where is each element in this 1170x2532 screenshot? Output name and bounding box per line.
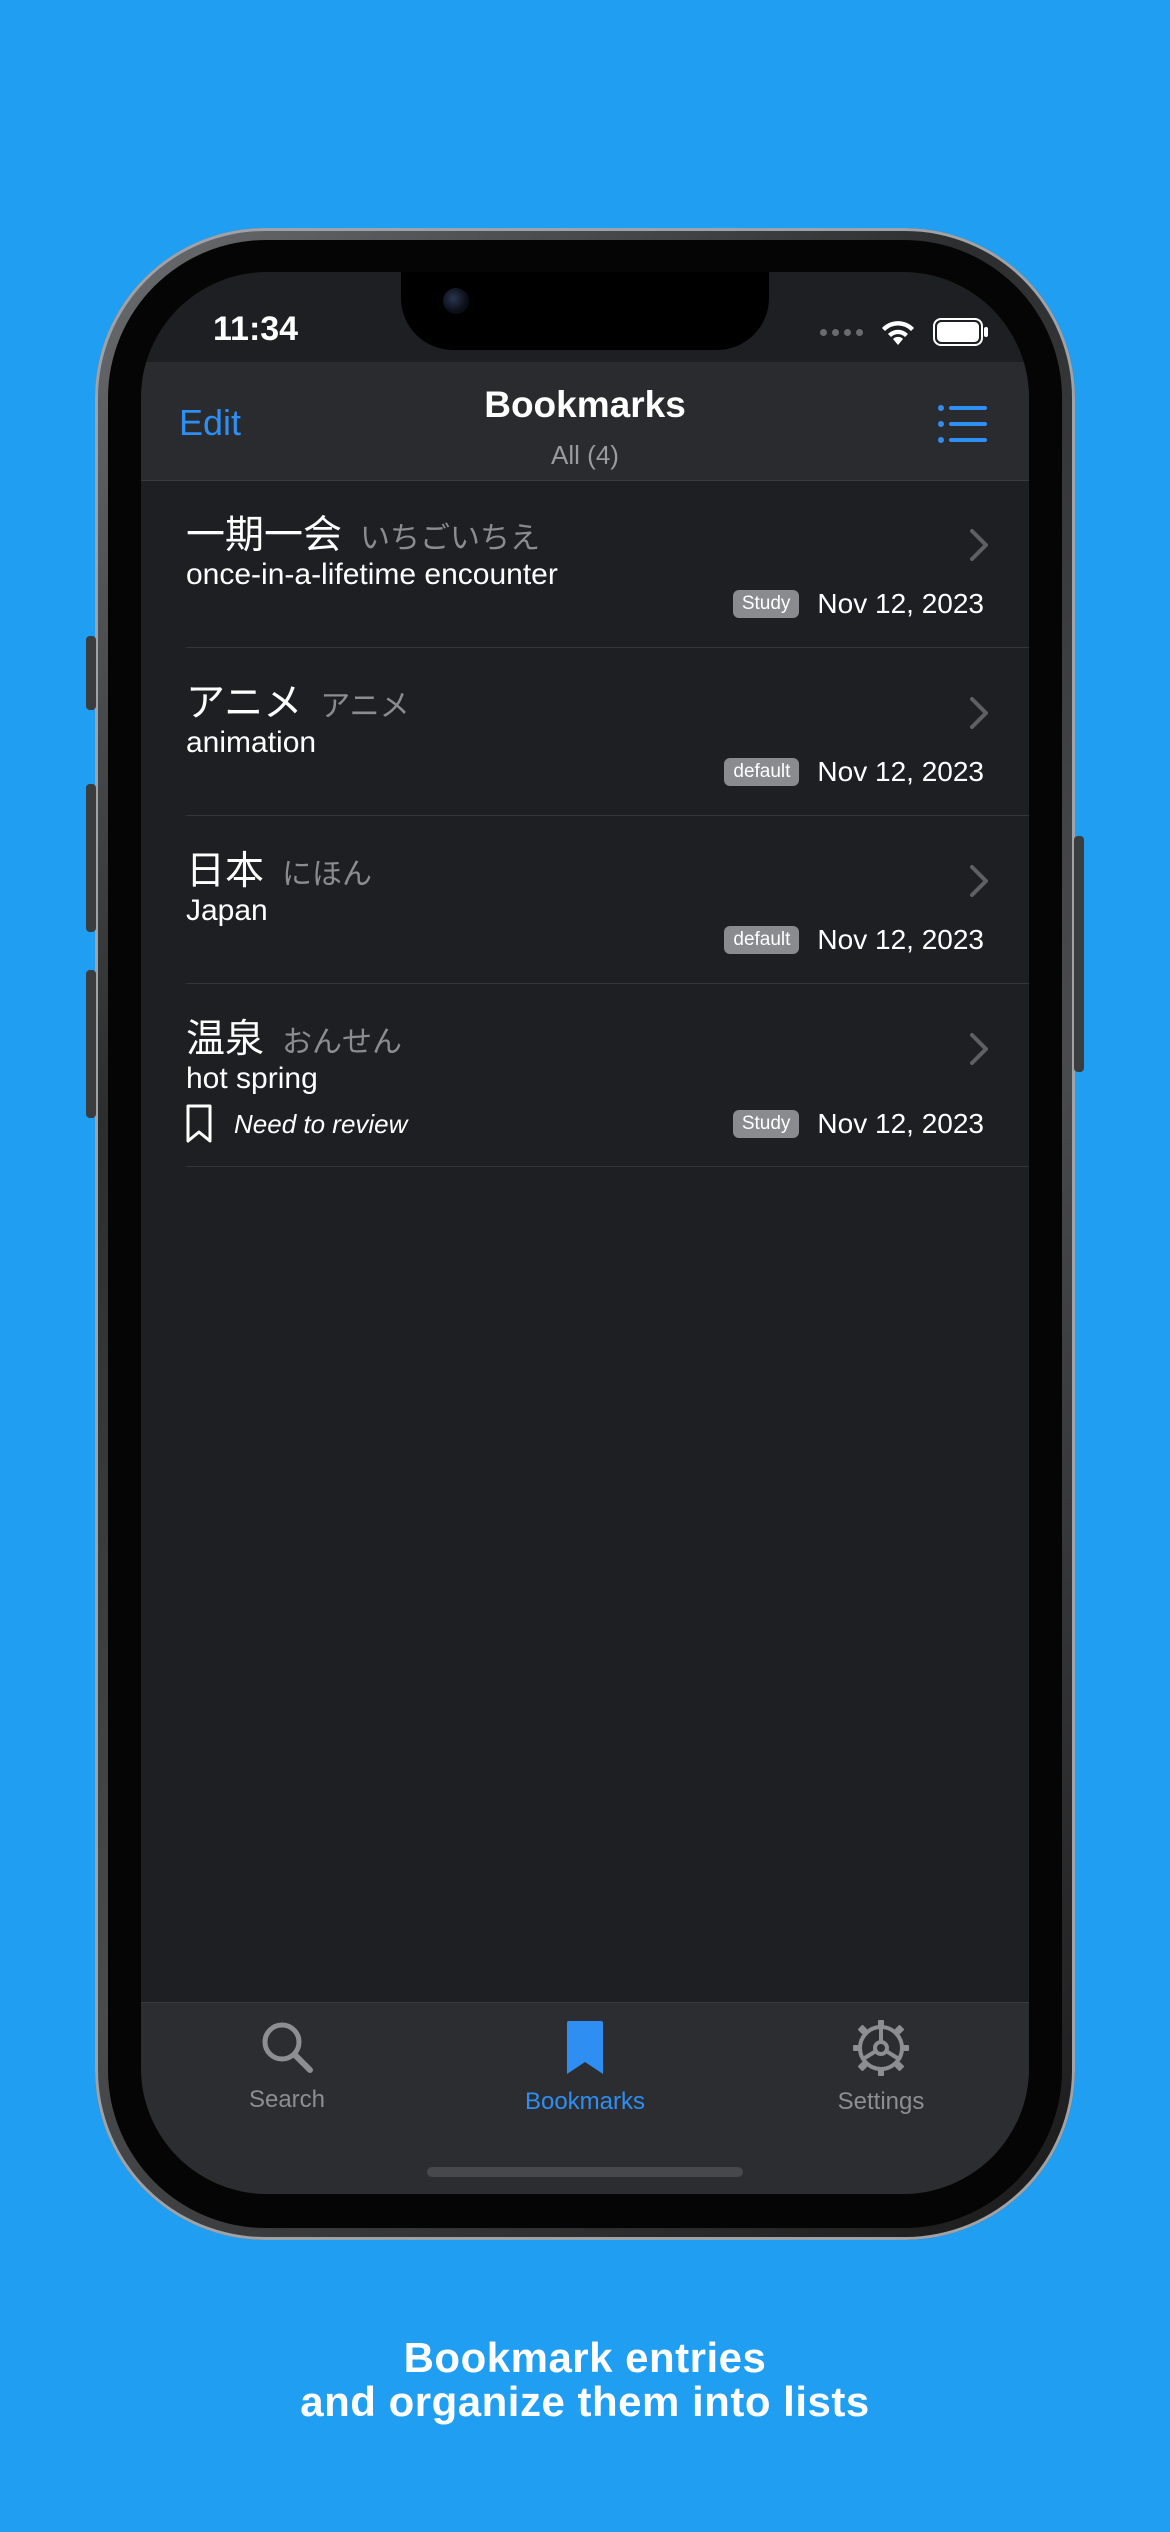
entry-word: アニメ アニメ [186, 672, 410, 728]
bookmark-icon [567, 2021, 603, 2074]
bookmark-row[interactable]: 温泉 おんせん hot spring Need to review Study N… [186, 984, 1029, 1167]
notch [401, 272, 769, 350]
list-filter-subtitle[interactable]: All (4) [141, 440, 1029, 471]
power-button [1074, 836, 1084, 1072]
volume-up-button [86, 784, 96, 932]
status-icons [820, 312, 989, 352]
chevron-right-icon [970, 529, 988, 561]
tab-bar: Search Bookmarks Settings [141, 2002, 1029, 2194]
bookmark-row[interactable]: アニメ アニメ animation default Nov 12, 2023 [186, 648, 1029, 816]
chevron-right-icon [970, 1033, 988, 1065]
entry-meta: Study Nov 12, 2023 [732, 1108, 984, 1140]
tab-label: Search [248, 2086, 326, 2113]
entry-meta: default Nov 12, 2023 [724, 756, 984, 788]
tab-label: Bookmarks [524, 2088, 646, 2115]
lists-icon[interactable] [937, 404, 989, 444]
entry-meaning: Japan [186, 894, 268, 927]
entry-meaning: animation [186, 726, 317, 759]
volume-down-button [86, 970, 96, 1118]
navigation-bar: Edit Bookmarks All (4) [141, 362, 1029, 481]
signal-icon [820, 328, 863, 336]
entry-word: 一期一会 いちごいちえ [186, 504, 540, 560]
entry-date: Nov 12, 2023 [817, 1108, 984, 1139]
entry-date: Nov 12, 2023 [817, 588, 984, 619]
entry-note: Need to review [186, 1104, 407, 1144]
entry-date: Nov 12, 2023 [817, 924, 984, 955]
list-badge: default [724, 926, 800, 954]
list-badge: default [724, 758, 800, 786]
entry-kanji: 一期一会 [186, 514, 343, 557]
marketing-caption: Bookmark entries and organize them into … [0, 2336, 1170, 2424]
entry-word: 日本 にほん [186, 840, 372, 896]
chevron-right-icon [970, 865, 988, 897]
tab-label: Settings [837, 2088, 925, 2115]
list-badge: Study [732, 590, 800, 618]
bookmark-row[interactable]: 日本 にほん Japan default Nov 12, 2023 [186, 816, 1029, 984]
entry-kanji: アニメ [186, 682, 303, 725]
home-indicator[interactable] [427, 2167, 743, 2177]
entry-reading: いちごいちえ [360, 522, 541, 555]
wifi-icon [882, 321, 914, 345]
bookmark-row[interactable]: 一期一会 いちごいちえ once-in-a-lifetime encounter … [186, 480, 1029, 648]
entry-reading: アニメ [320, 690, 410, 723]
entry-note-text: Need to review [234, 1108, 408, 1139]
bookmark-list: 一期一会 いちごいちえ once-in-a-lifetime encounter … [141, 480, 1029, 1167]
entry-date: Nov 12, 2023 [817, 756, 984, 787]
tab-search[interactable]: Search [187, 2019, 387, 2114]
page-title: Bookmarks [484, 384, 686, 425]
entry-meaning: hot spring [186, 1062, 318, 1095]
entry-reading: おんせん [282, 1026, 403, 1059]
app-store-screenshot: 11:34 Edit Bookmarks All (4) 一期一会 いちごいちえ… [0, 0, 1170, 2532]
gear-icon [853, 2020, 909, 2076]
entry-reading: にほん [282, 858, 373, 891]
phone-screen: 11:34 Edit Bookmarks All (4) 一期一会 いちごいちえ… [141, 272, 1029, 2194]
tab-bookmarks[interactable]: Bookmarks [485, 2019, 685, 2116]
caption-line-2: and organize them into lists [300, 2378, 870, 2425]
list-badge: Study [732, 1110, 800, 1138]
bookmark-icon [186, 1104, 212, 1143]
entry-kanji: 日本 [186, 850, 265, 893]
entry-meta: Study Nov 12, 2023 [732, 588, 984, 620]
chevron-right-icon [970, 697, 988, 729]
battery-icon [933, 318, 988, 346]
entry-meta: default Nov 12, 2023 [724, 924, 984, 956]
caption-line-1: Bookmark entries [403, 2334, 767, 2381]
tab-settings[interactable]: Settings [781, 2019, 981, 2116]
entry-meaning: once-in-a-lifetime encounter [186, 558, 558, 591]
entry-word: 温泉 おんせん [186, 1008, 402, 1064]
camera [443, 288, 469, 314]
mute-switch [86, 636, 96, 710]
search-icon [262, 2022, 313, 2073]
entry-kanji: 温泉 [186, 1018, 265, 1061]
status-time: 11:34 [213, 310, 299, 348]
